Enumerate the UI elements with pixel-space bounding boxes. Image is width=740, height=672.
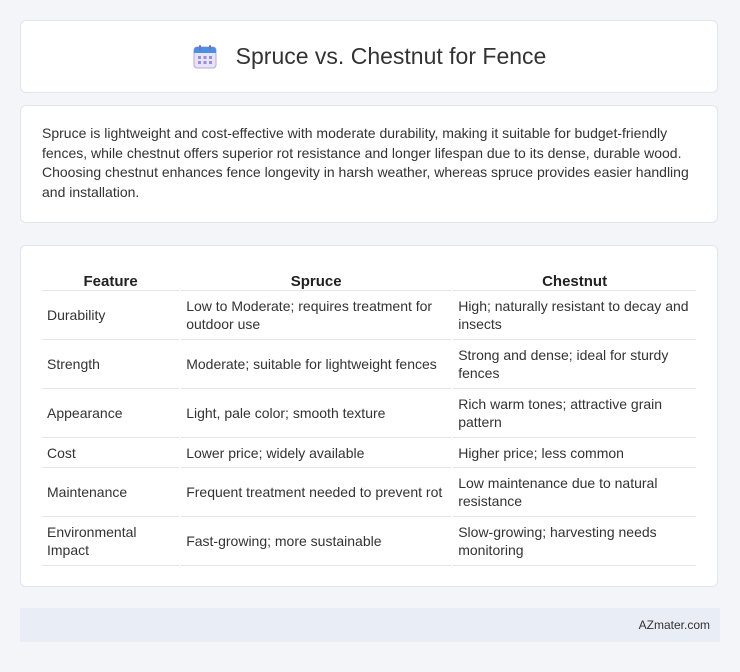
spruce-cell: Lower price; widely available	[181, 438, 452, 468]
calendar-icon	[193, 44, 217, 68]
chestnut-cell: Higher price; less common	[453, 438, 696, 468]
summary-card: Spruce is lightweight and cost-effective…	[20, 105, 718, 223]
table-row: Cost Lower price; widely available Highe…	[42, 438, 696, 468]
summary-text: Spruce is lightweight and cost-effective…	[42, 125, 689, 200]
table-header-row: Feature Spruce Chestnut	[42, 268, 696, 291]
table-row: Durability Low to Moderate; requires tre…	[42, 291, 696, 340]
comparison-card: Feature Spruce Chestnut Durability Low t…	[20, 245, 718, 587]
header-card: Spruce vs. Chestnut for Fence	[20, 20, 718, 93]
spruce-cell: Frequent treatment needed to prevent rot	[181, 468, 452, 517]
spruce-cell: Fast-growing; more sustainable	[181, 517, 452, 566]
table-row: Environmental Impact Fast-growing; more …	[42, 517, 696, 566]
header-spruce: Spruce	[181, 268, 452, 291]
header-chestnut: Chestnut	[453, 268, 696, 291]
title-wrap: Spruce vs. Chestnut for Fence	[192, 43, 547, 70]
feature-cell: Durability	[42, 291, 180, 340]
comparison-table: Feature Spruce Chestnut Durability Low t…	[40, 268, 698, 566]
table-row: Strength Moderate; suitable for lightwei…	[42, 340, 696, 389]
feature-cell: Cost	[42, 438, 180, 468]
table-row: Maintenance Frequent treatment needed to…	[42, 468, 696, 517]
feature-cell: Maintenance	[42, 468, 180, 517]
footer-bar: AZmater.com	[20, 608, 720, 642]
header-feature: Feature	[42, 268, 180, 291]
footer-brand: AZmater.com	[638, 618, 710, 632]
page-title: Spruce vs. Chestnut for Fence	[235, 43, 547, 69]
chestnut-cell: Strong and dense; ideal for sturdy fence…	[453, 340, 696, 389]
spruce-cell: Low to Moderate; requires treatment for …	[181, 291, 452, 340]
chestnut-cell: Rich warm tones; attractive grain patter…	[453, 389, 696, 438]
chestnut-cell: High; naturally resistant to decay and i…	[453, 291, 696, 340]
feature-cell: Environmental Impact	[42, 517, 180, 566]
table-row: Appearance Light, pale color; smooth tex…	[42, 389, 696, 438]
feature-cell: Appearance	[42, 389, 180, 438]
chestnut-cell: Slow-growing; harvesting needs monitorin…	[453, 517, 696, 566]
spruce-cell: Moderate; suitable for lightweight fence…	[181, 340, 452, 389]
feature-cell: Strength	[42, 340, 180, 389]
chestnut-cell: Low maintenance due to natural resistanc…	[453, 468, 696, 517]
spruce-cell: Light, pale color; smooth texture	[181, 389, 452, 438]
